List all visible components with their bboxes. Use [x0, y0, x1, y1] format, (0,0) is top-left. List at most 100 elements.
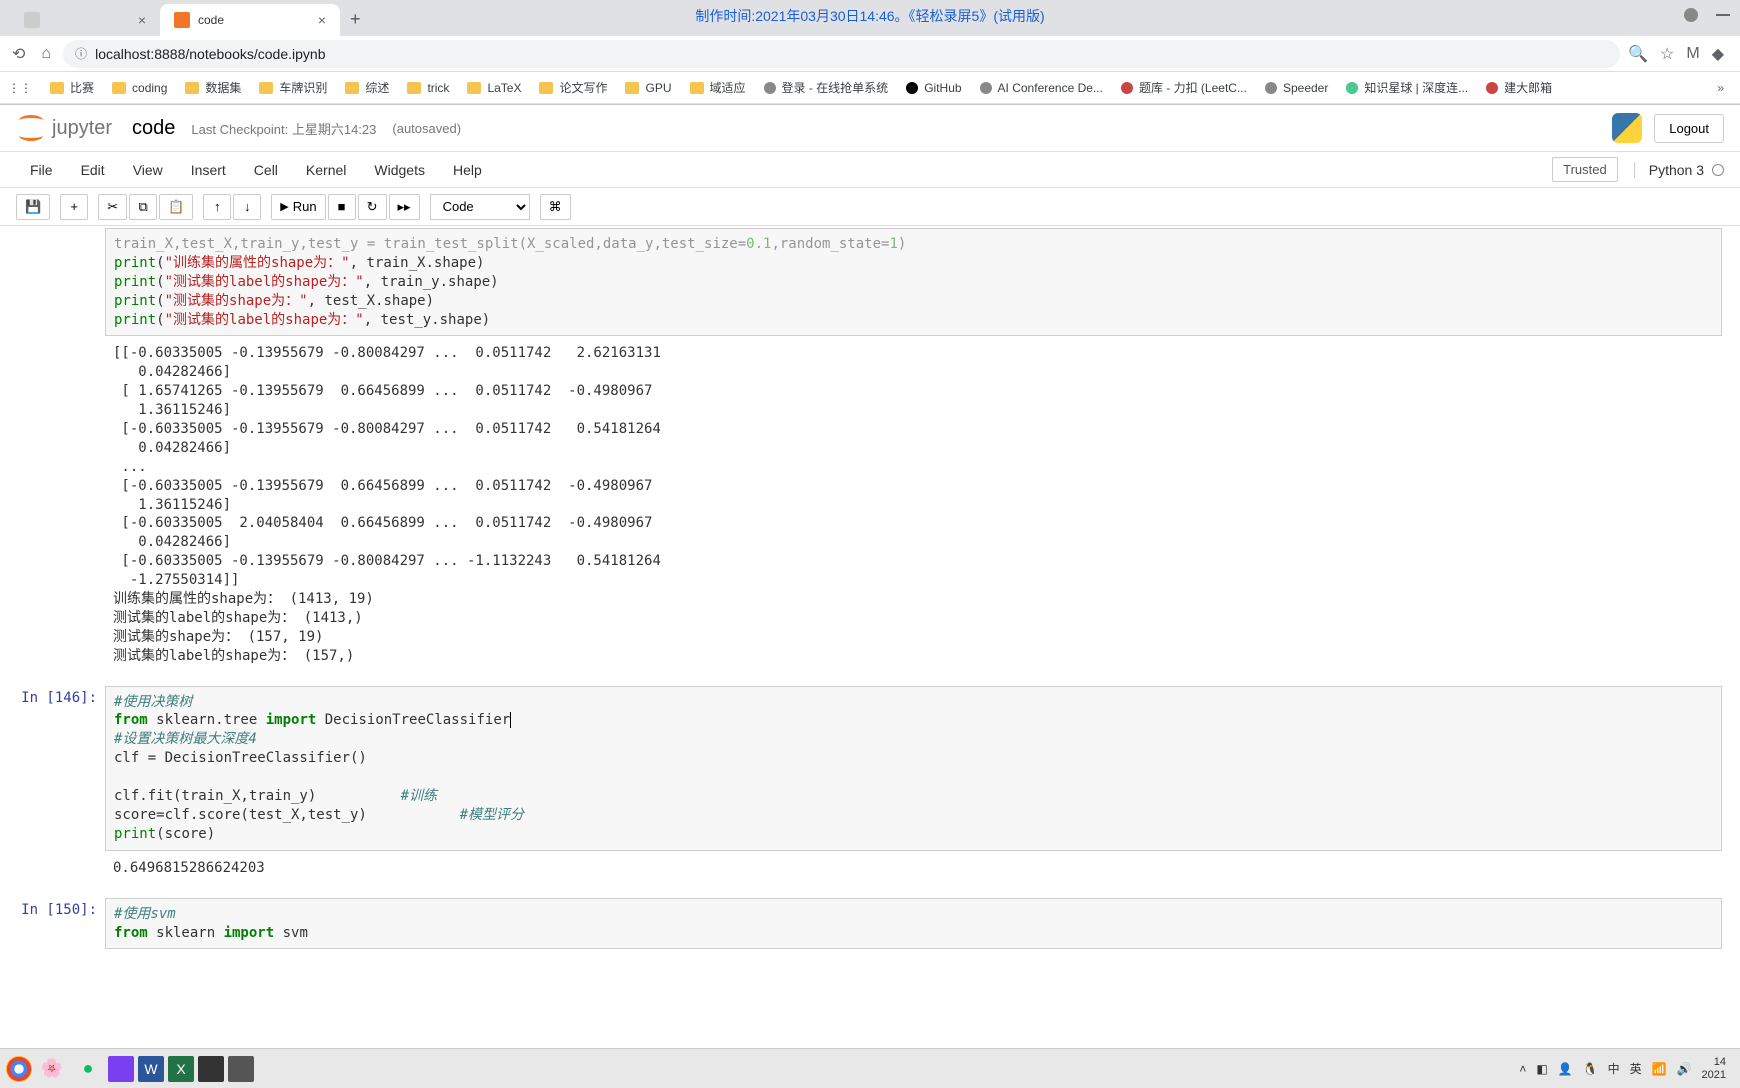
- notebook-title[interactable]: code: [132, 117, 175, 140]
- folder-icon: [539, 82, 553, 94]
- kernel-idle-icon: [1712, 164, 1724, 176]
- page-icon: [764, 82, 776, 94]
- wechat-icon[interactable]: ●: [72, 1053, 104, 1085]
- page-icon: [1121, 82, 1133, 94]
- menu-edit[interactable]: Edit: [67, 154, 119, 186]
- output-prompt: [0, 338, 105, 671]
- window-controls: [1684, 8, 1730, 22]
- menu-insert[interactable]: Insert: [177, 154, 240, 186]
- bookmark-item[interactable]: 论文写作: [539, 79, 607, 96]
- menu-file[interactable]: File: [16, 154, 67, 186]
- home-icon[interactable]: ⌂: [37, 41, 55, 67]
- bookmark-item[interactable]: 建大郎箱: [1486, 79, 1552, 96]
- bookmark-item[interactable]: 域适应: [690, 79, 746, 96]
- ime-icon[interactable]: 英: [1630, 1060, 1642, 1077]
- code-input[interactable]: #使用决策树 from sklearn.tree import Decision…: [105, 686, 1722, 851]
- move-up-button[interactable]: ↑: [203, 194, 231, 220]
- address-bar-actions: 🔍 ☆ M ◆: [1628, 44, 1732, 64]
- cut-button[interactable]: ✂: [98, 194, 127, 220]
- page-icon: [980, 82, 992, 94]
- reload-icon[interactable]: ⟲: [8, 40, 29, 68]
- notebook-area[interactable]: train_X,test_X,train_y,test_y = train_te…: [0, 226, 1740, 1046]
- copy-button[interactable]: ⧉: [129, 194, 157, 220]
- bookmark-item[interactable]: AI Conference De...: [980, 81, 1103, 95]
- menu-cell[interactable]: Cell: [240, 154, 292, 186]
- bookmark-item[interactable]: 比赛: [50, 79, 94, 96]
- menu-widgets[interactable]: Widgets: [360, 154, 439, 186]
- volume-icon[interactable]: 🔊: [1677, 1062, 1692, 1076]
- minimize-icon[interactable]: [1716, 8, 1730, 16]
- paste-button[interactable]: 📋: [159, 194, 193, 220]
- folder-icon: [112, 82, 126, 94]
- restart-button[interactable]: ↻: [358, 194, 387, 220]
- cell-type-select[interactable]: Code: [430, 194, 530, 220]
- new-tab-button[interactable]: +: [340, 3, 371, 36]
- excel-icon[interactable]: X: [168, 1056, 194, 1082]
- terminal-icon[interactable]: [198, 1056, 224, 1082]
- toolbar: 💾 + ✂ ⧉ 📋 ↑ ↓ ▶Run ■ ↻ ▸▸ Code ⌘: [0, 188, 1740, 226]
- move-down-button[interactable]: ↓: [233, 194, 261, 220]
- bookmark-item[interactable]: trick: [407, 81, 449, 95]
- bookmark-item[interactable]: Speeder: [1265, 81, 1328, 95]
- network-icon[interactable]: 📶: [1652, 1062, 1667, 1076]
- kernel-indicator[interactable]: Python 3: [1634, 162, 1724, 178]
- apps-icon[interactable]: ⋮⋮: [8, 81, 32, 95]
- account-icon[interactable]: [1684, 8, 1698, 22]
- extension-icon[interactable]: ◆: [1712, 44, 1724, 64]
- tray-icon[interactable]: 👤: [1558, 1062, 1573, 1076]
- bookmark-item[interactable]: LaTeX: [467, 81, 521, 95]
- page-icon: [1346, 82, 1358, 94]
- tray-chevron-icon[interactable]: ˄: [1519, 1062, 1526, 1076]
- menu-kernel[interactable]: Kernel: [292, 154, 360, 186]
- restart-run-all-button[interactable]: ▸▸: [389, 194, 420, 220]
- bookmark-item[interactable]: 车牌识别: [259, 79, 327, 96]
- gmail-icon[interactable]: M: [1686, 45, 1699, 63]
- bookmark-item[interactable]: 题库 - 力扣 (LeetC...: [1121, 79, 1247, 96]
- page-icon: [1265, 82, 1277, 94]
- code-cell: In [146]: #使用决策树 from sklearn.tree impor…: [0, 686, 1740, 851]
- tray-icon[interactable]: ◧: [1536, 1062, 1547, 1076]
- zoom-icon[interactable]: 🔍: [1628, 44, 1648, 64]
- tab-favicon: [24, 12, 40, 28]
- bookmark-item[interactable]: 数据集: [185, 79, 241, 96]
- bookmark-item[interactable]: 知识星球 | 深度连...: [1346, 79, 1468, 96]
- jupyter-logo-icon: [16, 113, 46, 143]
- info-icon[interactable]: ⓘ: [75, 45, 87, 62]
- bookmark-star-icon[interactable]: ☆: [1660, 44, 1674, 64]
- bookmark-item[interactable]: coding: [112, 81, 167, 95]
- menu-view[interactable]: View: [119, 154, 177, 186]
- checkpoint-text: Last Checkpoint: 上星期六14:23: [191, 119, 376, 138]
- ime-icon[interactable]: 中: [1608, 1060, 1620, 1077]
- clock[interactable]: 14 2021: [1702, 1056, 1726, 1080]
- code-input[interactable]: #使用svm from sklearn import svm: [105, 898, 1722, 950]
- vscode-icon[interactable]: [108, 1056, 134, 1082]
- bookmark-item[interactable]: GPU: [625, 81, 671, 95]
- menu-help[interactable]: Help: [439, 154, 496, 186]
- bookmark-item[interactable]: GitHub: [906, 81, 961, 95]
- tray-icon[interactable]: 🐧: [1583, 1062, 1598, 1076]
- trusted-badge[interactable]: Trusted: [1552, 157, 1618, 182]
- browser-tab-code[interactable]: code ×: [160, 4, 340, 36]
- bookmark-overflow-icon[interactable]: »: [1717, 81, 1732, 95]
- logout-button[interactable]: Logout: [1654, 114, 1724, 143]
- jupyter-logo[interactable]: jupyter: [16, 113, 112, 143]
- bookmark-item[interactable]: 登录 - 在线抢单系统: [764, 79, 889, 96]
- url-input[interactable]: ⓘ localhost:8888/notebooks/code.ipynb: [63, 40, 1620, 68]
- tab-title: code: [198, 13, 224, 27]
- interrupt-button[interactable]: ■: [328, 194, 356, 220]
- app-icon[interactable]: [228, 1056, 254, 1082]
- run-button[interactable]: ▶Run: [271, 194, 325, 220]
- app-icon[interactable]: 🌸: [36, 1053, 68, 1085]
- close-icon[interactable]: ×: [138, 12, 146, 28]
- save-button[interactable]: 💾: [16, 194, 50, 220]
- close-icon[interactable]: ×: [318, 12, 326, 28]
- chrome-icon[interactable]: [6, 1056, 32, 1082]
- address-bar: ⟲ ⌂ ⓘ localhost:8888/notebooks/code.ipyn…: [0, 36, 1740, 72]
- bookmark-item[interactable]: 综述: [345, 79, 389, 96]
- browser-tab-blank[interactable]: ×: [10, 4, 160, 36]
- code-input[interactable]: train_X,test_X,train_y,test_y = train_te…: [105, 228, 1722, 336]
- command-palette-button[interactable]: ⌘: [540, 194, 571, 220]
- word-icon[interactable]: W: [138, 1056, 164, 1082]
- add-cell-button[interactable]: +: [60, 194, 88, 220]
- cell-prompt: [0, 228, 105, 336]
